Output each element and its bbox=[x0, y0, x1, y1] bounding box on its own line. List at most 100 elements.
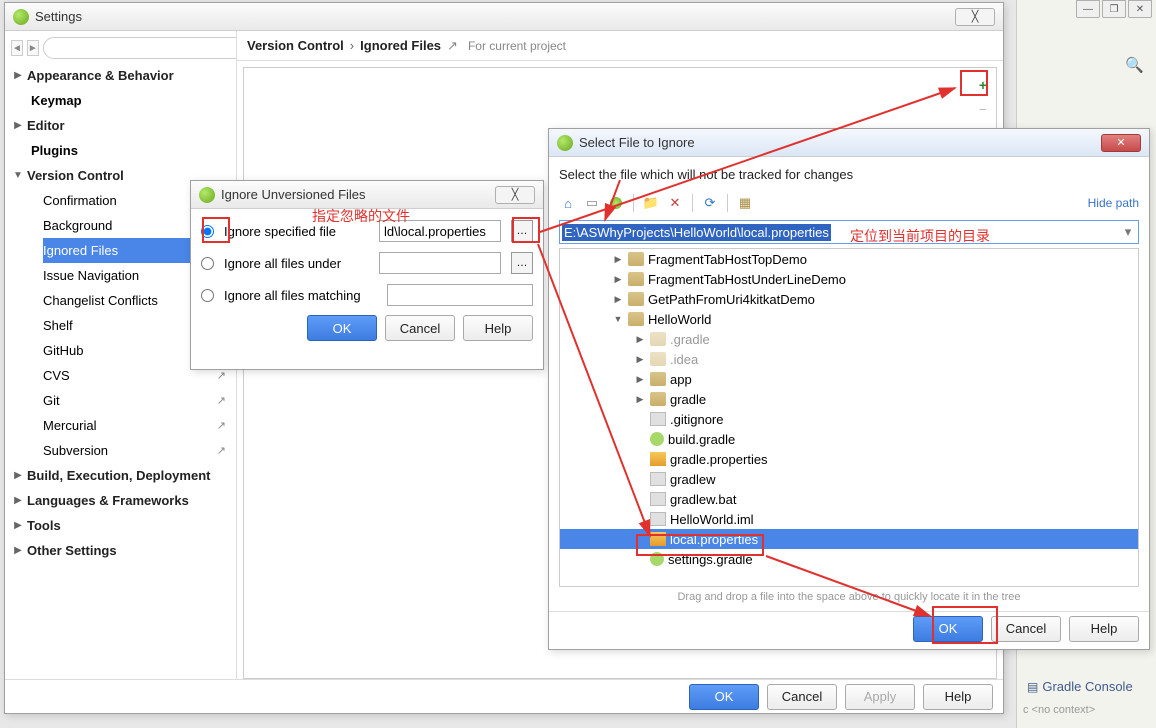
sidebar-plugins[interactable]: Plugins bbox=[31, 138, 236, 163]
settings-titlebar: Settings ╳ bbox=[5, 3, 1003, 31]
under-input[interactable] bbox=[379, 252, 501, 274]
sidebar-other[interactable]: ▶Other Settings bbox=[5, 538, 236, 563]
desktop-icon[interactable]: ▭ bbox=[583, 194, 601, 212]
popout-icon: ↗ bbox=[217, 419, 226, 432]
help-button[interactable]: Help bbox=[1069, 616, 1139, 642]
sidebar-subversion[interactable]: Subversion↗ bbox=[43, 438, 236, 463]
help-button[interactable]: Help bbox=[923, 684, 993, 710]
radio-matching-label: Ignore all files matching bbox=[224, 288, 361, 303]
tree-item[interactable]: HelloWorld.iml bbox=[670, 512, 754, 527]
file-chooser-dialog: Select File to Ignore ✕ Select the file … bbox=[548, 128, 1150, 650]
new-folder-icon[interactable]: 📁 bbox=[642, 194, 660, 212]
popout-icon: ↗ bbox=[217, 394, 226, 407]
sidebar-keymap[interactable]: Keymap bbox=[31, 88, 236, 113]
crumb-a[interactable]: Version Control bbox=[247, 38, 344, 53]
folder-icon bbox=[650, 372, 666, 386]
ok-button[interactable]: OK bbox=[689, 684, 759, 710]
search-icon[interactable]: 🔍 bbox=[1125, 56, 1144, 74]
folder-icon bbox=[628, 252, 644, 266]
popout-icon: ↗ bbox=[447, 38, 458, 54]
settings-buttons: OK Cancel Apply Help bbox=[5, 679, 1003, 713]
sidebar-editor[interactable]: ▶Editor bbox=[5, 113, 236, 138]
tree-item[interactable]: FragmentTabHostTopDemo bbox=[648, 252, 807, 267]
radio-under[interactable] bbox=[201, 257, 214, 270]
help-button[interactable]: Help bbox=[463, 315, 533, 341]
browse-button[interactable]: … bbox=[511, 220, 533, 242]
ignore-title: Ignore Unversioned Files bbox=[221, 187, 489, 202]
tree-item[interactable]: gradle bbox=[670, 392, 706, 407]
restore-icon[interactable]: ❐ bbox=[1102, 0, 1126, 18]
sidebar-tools[interactable]: ▶Tools bbox=[5, 513, 236, 538]
home-icon[interactable]: ⌂ bbox=[559, 194, 577, 212]
close-icon[interactable]: ✕ bbox=[1101, 134, 1141, 152]
minimize-icon[interactable]: — bbox=[1076, 0, 1100, 18]
file-tree[interactable]: ▶FragmentTabHostTopDemo ▶FragmentTabHost… bbox=[559, 248, 1139, 587]
tree-item[interactable]: FragmentTabHostUnderLineDemo bbox=[648, 272, 846, 287]
folder-icon bbox=[628, 312, 644, 326]
delete-icon[interactable]: ✕ bbox=[666, 194, 684, 212]
add-icon[interactable]: + bbox=[974, 76, 992, 94]
specified-file-input[interactable] bbox=[379, 220, 501, 242]
forward-icon[interactable]: ► bbox=[27, 40, 39, 56]
breadcrumb: Version Control › Ignored Files ↗ For cu… bbox=[237, 31, 1003, 61]
tree-item[interactable]: gradlew.bat bbox=[670, 492, 737, 507]
path-input[interactable]: E:\ASWhyProjects\HelloWorld\local.proper… bbox=[559, 220, 1139, 244]
close-icon[interactable]: ✕ bbox=[1128, 0, 1152, 18]
radio-specified-file[interactable] bbox=[201, 225, 214, 238]
chooser-toolbar: ⌂ ▭ 📁 ✕ ⟳ ▦ Hide path bbox=[559, 190, 1139, 216]
crumb-b: Ignored Files bbox=[360, 38, 441, 53]
folder-icon bbox=[650, 392, 666, 406]
cancel-button[interactable]: Cancel bbox=[991, 616, 1061, 642]
history-icon[interactable]: ▾ bbox=[1120, 224, 1136, 240]
folder-icon bbox=[628, 272, 644, 286]
show-hidden-icon[interactable]: ▦ bbox=[736, 194, 754, 212]
tree-item[interactable]: app bbox=[670, 372, 692, 387]
sidebar-appearance[interactable]: ▶Appearance & Behavior bbox=[5, 63, 236, 88]
sidebar-build[interactable]: ▶Build, Execution, Deployment bbox=[5, 463, 236, 488]
gradle-icon bbox=[650, 552, 664, 566]
cancel-button[interactable]: Cancel bbox=[767, 684, 837, 710]
app-icon bbox=[13, 9, 29, 25]
ignore-titlebar: Ignore Unversioned Files ╳ bbox=[191, 181, 543, 209]
tree-item[interactable]: GetPathFromUri4kitkatDemo bbox=[648, 292, 815, 307]
tree-item-helloworld[interactable]: HelloWorld bbox=[648, 312, 711, 327]
app-icon bbox=[199, 187, 215, 203]
close-icon[interactable]: ╳ bbox=[495, 186, 535, 204]
chooser-titlebar: Select File to Ignore ✕ bbox=[549, 129, 1149, 157]
sidebar-languages[interactable]: ▶Languages & Frameworks↗ bbox=[5, 488, 236, 513]
close-icon[interactable]: ╳ bbox=[955, 8, 995, 26]
tree-item[interactable]: .idea bbox=[670, 352, 698, 367]
folder-icon bbox=[628, 292, 644, 306]
app-icon bbox=[557, 135, 573, 151]
tree-item[interactable]: .gitignore bbox=[670, 412, 723, 427]
radio-matching[interactable] bbox=[201, 289, 214, 302]
tree-item[interactable]: .gradle bbox=[670, 332, 710, 347]
ok-button[interactable]: OK bbox=[913, 616, 983, 642]
sidebar-mercurial[interactable]: Mercurial↗ bbox=[43, 413, 236, 438]
remove-icon[interactable]: − bbox=[974, 100, 992, 118]
refresh-icon[interactable]: ⟳ bbox=[701, 194, 719, 212]
cancel-button[interactable]: Cancel bbox=[385, 315, 455, 341]
gradle-console-tab[interactable]: ▤ Gradle Console bbox=[1027, 679, 1133, 694]
tree-item[interactable]: gradle.properties bbox=[670, 452, 768, 467]
matching-input[interactable] bbox=[387, 284, 533, 306]
folder-icon bbox=[650, 352, 666, 366]
tree-item[interactable]: gradlew bbox=[670, 472, 716, 487]
ok-button[interactable]: OK bbox=[307, 315, 377, 341]
project-icon[interactable] bbox=[607, 194, 625, 212]
settings-search-input[interactable] bbox=[43, 37, 237, 59]
sidebar-git[interactable]: Git↗ bbox=[43, 388, 236, 413]
hide-path-link[interactable]: Hide path bbox=[1088, 196, 1139, 210]
gradle-icon bbox=[650, 432, 664, 446]
drop-hint: Drag and drop a file into the space abov… bbox=[559, 587, 1139, 607]
file-icon bbox=[650, 412, 666, 426]
file-icon bbox=[650, 472, 666, 486]
tree-item-local-properties[interactable]: local.properties bbox=[670, 532, 758, 547]
tree-item[interactable]: build.gradle bbox=[668, 432, 735, 447]
browse-button[interactable]: … bbox=[511, 252, 533, 274]
tree-item[interactable]: settings.gradle bbox=[668, 552, 753, 567]
back-icon[interactable]: ◄ bbox=[11, 40, 23, 56]
path-value: E:\ASWhyProjects\HelloWorld\local.proper… bbox=[562, 224, 831, 241]
radio-under-label: Ignore all files under bbox=[224, 256, 341, 271]
ide-window-buttons: — ❐ ✕ bbox=[1076, 0, 1152, 18]
